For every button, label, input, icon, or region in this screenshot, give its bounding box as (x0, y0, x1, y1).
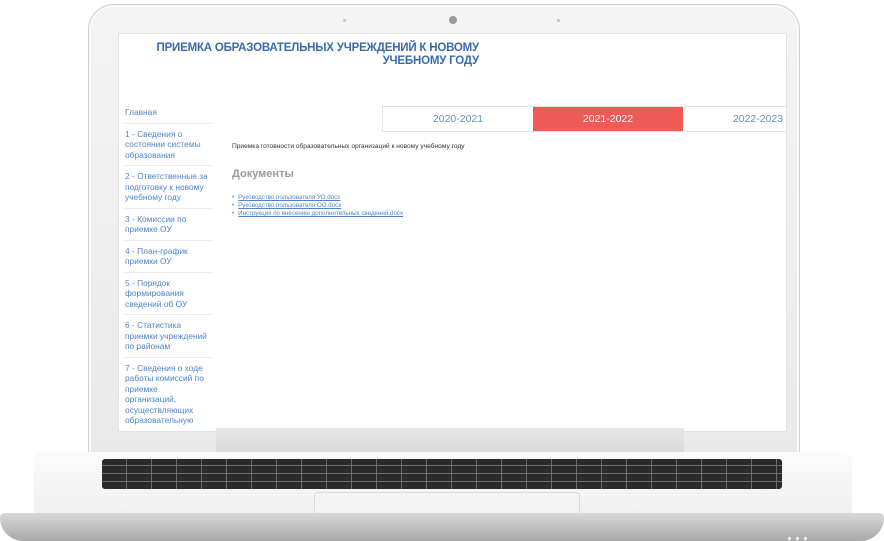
sensor-dot-right (557, 19, 560, 22)
sidebar-item-commissions[interactable]: 3 - Комиссии по приемке ОУ (123, 209, 213, 241)
sidebar-item-statistics[interactable]: 6 - Статистика приемки учреждений по рай… (123, 315, 213, 358)
list-item: • Руководство пользователя ОО.docx (232, 202, 403, 210)
status-led (804, 537, 807, 540)
status-led (796, 537, 799, 540)
page-title: ПРИЕМКА ОБРАЗОВАТЕЛЬНЫХ УЧРЕЖДЕНИЙ К НОВ… (156, 42, 480, 67)
sidebar-item-home[interactable]: Главная (123, 102, 213, 124)
laptop-screen: ПРИЕМКА ОБРАЗОВАТЕЛЬНЫХ УЧРЕЖДЕНИЙ К НОВ… (118, 33, 787, 432)
list-item: • Руководство пользователя УО.docx (232, 194, 403, 202)
sensor-dot-left (343, 19, 346, 22)
tab-2022-2023[interactable]: 2022-2023 (683, 107, 786, 131)
documents-title: Документы (232, 168, 294, 180)
year-tabs: 2020-2021 2021-2022 2022-2023 (382, 106, 786, 132)
bullet-icon: • (232, 194, 235, 201)
sidebar-item-schedule[interactable]: 4 - План-график приемки ОУ (123, 241, 213, 273)
sidebar-item-system-state[interactable]: 1 - Сведения о состоянии системы образов… (123, 124, 213, 166)
sidebar-nav: Главная 1 - Сведения о состоянии системы… (123, 102, 213, 431)
document-link-instruction[interactable]: Инструкция по внесению дополнительных св… (238, 210, 403, 217)
laptop-mockup: ПРИЕМКА ОБРАЗОВАТЕЛЬНЫХ УЧРЕЖДЕНИЙ К НОВ… (0, 0, 884, 541)
keyboard (102, 459, 782, 489)
documents-list: • Руководство пользователя УО.docx • Руков… (232, 194, 403, 219)
list-item: • Инструкция по внесению дополнительных с… (232, 210, 403, 218)
document-link-uo[interactable]: Руководство пользователя УО.docx (238, 194, 340, 201)
document-link-oo[interactable]: Руководство пользователя ОО.docx (238, 202, 341, 209)
laptop-base-front (0, 513, 884, 541)
bullet-icon: • (232, 210, 235, 218)
bullet-icon: • (232, 202, 235, 210)
status-leds (788, 527, 812, 541)
content-heading: Приемка готовности образовательных орган… (232, 143, 465, 150)
laptop-hinge (216, 428, 684, 454)
sidebar-item-commission-progress[interactable]: 7 - Сведения о ходе работы комиссий по п… (123, 358, 213, 431)
sidebar-item-procedure[interactable]: 5 - Порядок формирования сведений об ОУ (123, 273, 213, 315)
tab-2020-2021[interactable]: 2020-2021 (383, 107, 533, 131)
camera-icon (449, 16, 457, 24)
status-led (788, 537, 791, 540)
tab-2021-2022[interactable]: 2021-2022 (533, 107, 683, 131)
sidebar-item-responsible[interactable]: 2 - Ответственные за подготовку к новому… (123, 166, 213, 209)
